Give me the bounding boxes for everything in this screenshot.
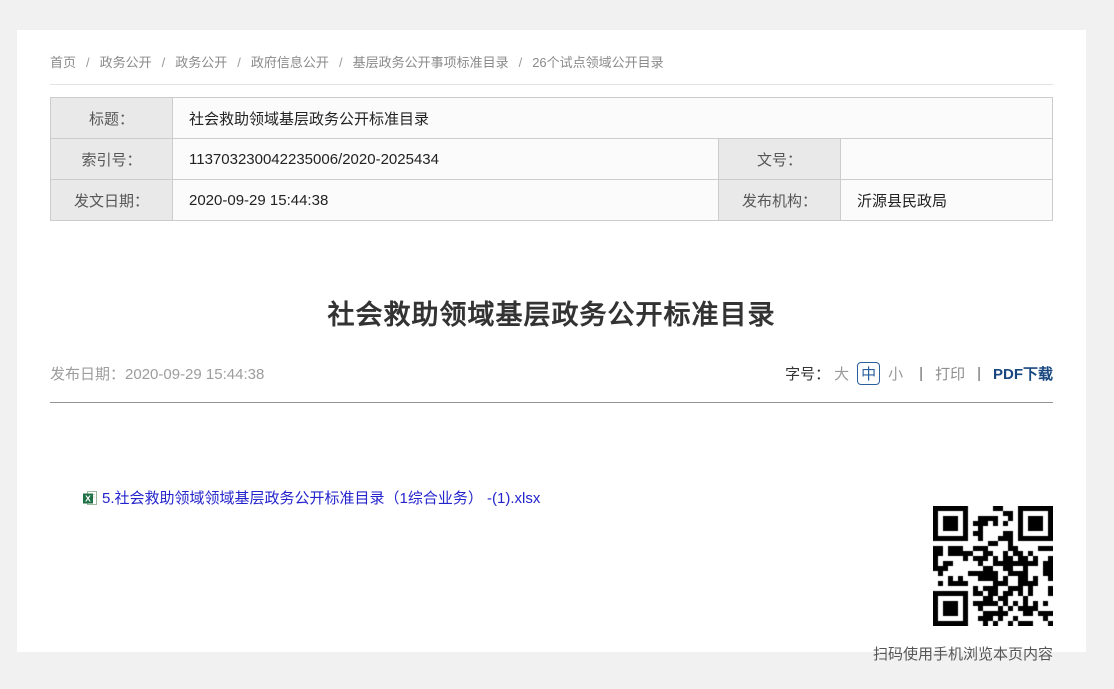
breadcrumb-item-gov-info[interactable]: 政府信息公开: [251, 55, 329, 70]
toolbar-separator: |: [977, 365, 981, 382]
index-number-label: 索引号：: [51, 139, 173, 180]
breadcrumb: 首页 / 政务公开 / 政务公开 / 政府信息公开 / 基层政务公开事项标准目录 / 26个试点领域…: [50, 30, 1053, 85]
page-title: 社会救助领域基层政务公开标准目录: [50, 293, 1053, 332]
toolbar: 字号： 大 中 小 | 打印 | PDF下载: [785, 362, 1053, 385]
breadcrumb-separator: /: [162, 55, 166, 70]
article-body: X 5.社会救助领域领域基层政务公开标准目录（1综合业务） -(1).xlsx …: [50, 403, 1053, 665]
publish-date: 发布日期：2020-09-29 15:44:38: [50, 363, 264, 384]
doc-number-label: 文号：: [718, 139, 840, 180]
print-button[interactable]: 打印: [935, 363, 965, 384]
qr-caption: 扫码使用手机浏览本页内容: [873, 643, 1053, 664]
qr-code: [933, 506, 1053, 626]
font-size-small-button[interactable]: 小: [888, 363, 903, 384]
pdf-download-button[interactable]: PDF下载: [993, 363, 1053, 384]
attachment-link[interactable]: X 5.社会救助领域领域基层政务公开标准目录（1综合业务） -(1).xlsx: [82, 487, 540, 508]
publish-date-value: 2020-09-29 15:44:38: [125, 366, 264, 383]
publish-date-label: 发布日期：: [50, 366, 125, 383]
breadcrumb-item-home[interactable]: 首页: [50, 55, 76, 70]
table-row-index: 索引号： 113703230042235006/2020-2025434 文号：: [51, 139, 1053, 180]
breadcrumb-separator: /: [339, 55, 343, 70]
font-size-medium-button[interactable]: 中: [857, 362, 880, 385]
agency-label: 发布机构：: [718, 180, 840, 221]
breadcrumb-separator: /: [86, 55, 90, 70]
table-row-title: 标题： 社会救助领域基层政务公开标准目录: [51, 98, 1053, 139]
breadcrumb-item-zwgk-2[interactable]: 政务公开: [175, 55, 227, 70]
font-size-large-button[interactable]: 大: [834, 363, 849, 384]
excel-file-icon: X: [82, 490, 98, 506]
breadcrumb-item-standard-catalog[interactable]: 基层政务公开事项标准目录: [353, 55, 509, 70]
toolbar-separator: |: [919, 365, 923, 382]
table-row-date: 发文日期： 2020-09-29 15:44:38 发布机构： 沂源县民政局: [51, 180, 1053, 221]
svg-text:X: X: [85, 493, 91, 503]
doc-number-value: [840, 139, 1052, 180]
article-meta-row: 发布日期：2020-09-29 15:44:38 字号： 大 中 小 | 打印 …: [50, 362, 1053, 385]
document-info-table: 标题： 社会救助领域基层政务公开标准目录 索引号： 11370323004223…: [50, 97, 1053, 221]
attachment-label: 5.社会救助领域领域基层政务公开标准目录（1综合业务） -(1).xlsx: [102, 487, 540, 508]
issue-date-label: 发文日期：: [51, 180, 173, 221]
title-label: 标题：: [51, 98, 173, 139]
breadcrumb-item-zwgk-1[interactable]: 政务公开: [100, 55, 152, 70]
content-card: 首页 / 政务公开 / 政务公开 / 政府信息公开 / 基层政务公开事项标准目录 / 26个试点领域…: [17, 30, 1086, 652]
breadcrumb-separator: /: [237, 55, 241, 70]
agency-value: 沂源县民政局: [840, 180, 1052, 221]
index-number-value: 113703230042235006/2020-2025434: [173, 139, 719, 180]
breadcrumb-separator: /: [519, 55, 523, 70]
title-value: 社会救助领域基层政务公开标准目录: [173, 98, 1053, 139]
font-size-label: 字号：: [785, 363, 830, 384]
breadcrumb-item-pilot-catalog[interactable]: 26个试点领域公开目录: [532, 55, 663, 70]
qr-code-box: 扫码使用手机浏览本页内容: [873, 506, 1053, 664]
issue-date-value: 2020-09-29 15:44:38: [173, 180, 719, 221]
